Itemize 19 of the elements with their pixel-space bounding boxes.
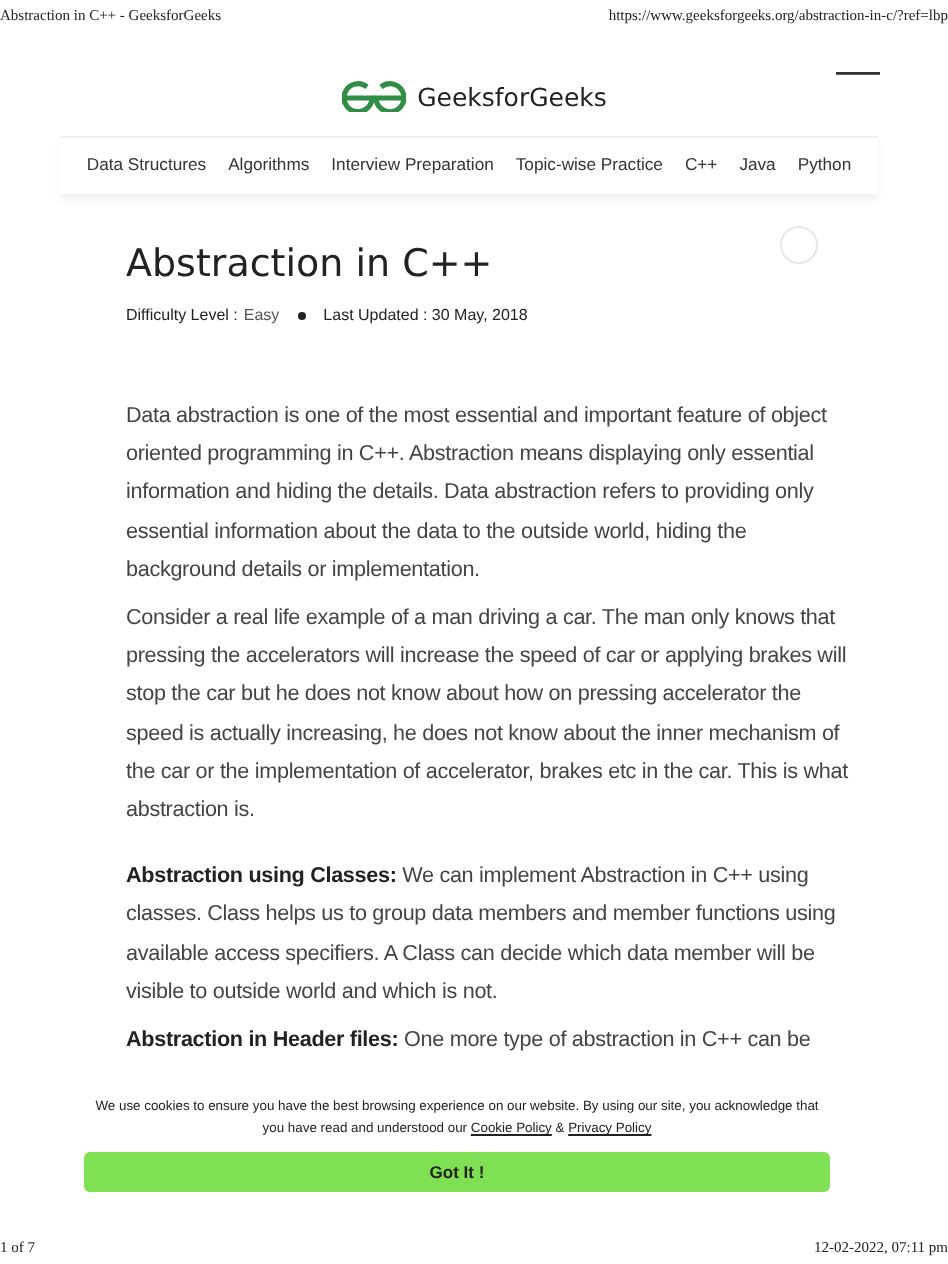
nav-link[interactable]: Python <box>797 154 852 174</box>
bullet-icon <box>297 311 306 319</box>
article-title: Abstraction in C++ <box>126 242 493 286</box>
difficulty-value[interactable]: Easy <box>243 306 280 324</box>
logo-icon <box>341 80 406 112</box>
difficulty-label: Difficulty Level : <box>126 306 238 324</box>
paragraph: Data abstraction is one of the most essential and important feature of object oriented programming in C++. Abstraction means displaying only essential information and hiding the details. Data abstraction refers to providing only essential information about the data to the outside world, hiding the background details or implementation. <box>126 402 829 586</box>
last-updated: Last Updated : 30 May, 2018 <box>323 306 528 324</box>
nav-link[interactable]: Interview Preparation <box>331 154 494 174</box>
site-name[interactable]: GeeksforGeeks <box>417 81 607 111</box>
accept-button[interactable]: Got It ! <box>84 1152 830 1192</box>
nav-link[interactable]: Data Structures <box>86 154 207 174</box>
nav-link[interactable]: Java <box>739 154 776 174</box>
nav-link[interactable]: C++ <box>684 154 718 174</box>
paragraph: Abstraction in Header files: One more type of abstraction in C++ can be <box>126 1026 813 1057</box>
nav-link[interactable]: Topic-wise Practice <box>515 154 663 174</box>
nav-link[interactable]: Algorithms <box>228 154 310 174</box>
paragraph: Abstraction using Classes: We can implement Abstraction in C++ using classes. Class helps us to group data members and member functions using available access specifiers. A Class can decide which data member will be visible to outside world and which is not. <box>126 862 838 1008</box>
paragraph: Consider a real life example of a man driving a car. The man only knows that pressing the accelerators will increase the speed of car or applying brakes will stop the car but he does not know about how on pressing accelerator the speed is actually increasing, he does not know about the inner mechanism of the car or the implementation of accelerator, brakes etc in the car. This is what abstraction is. <box>126 604 848 827</box>
